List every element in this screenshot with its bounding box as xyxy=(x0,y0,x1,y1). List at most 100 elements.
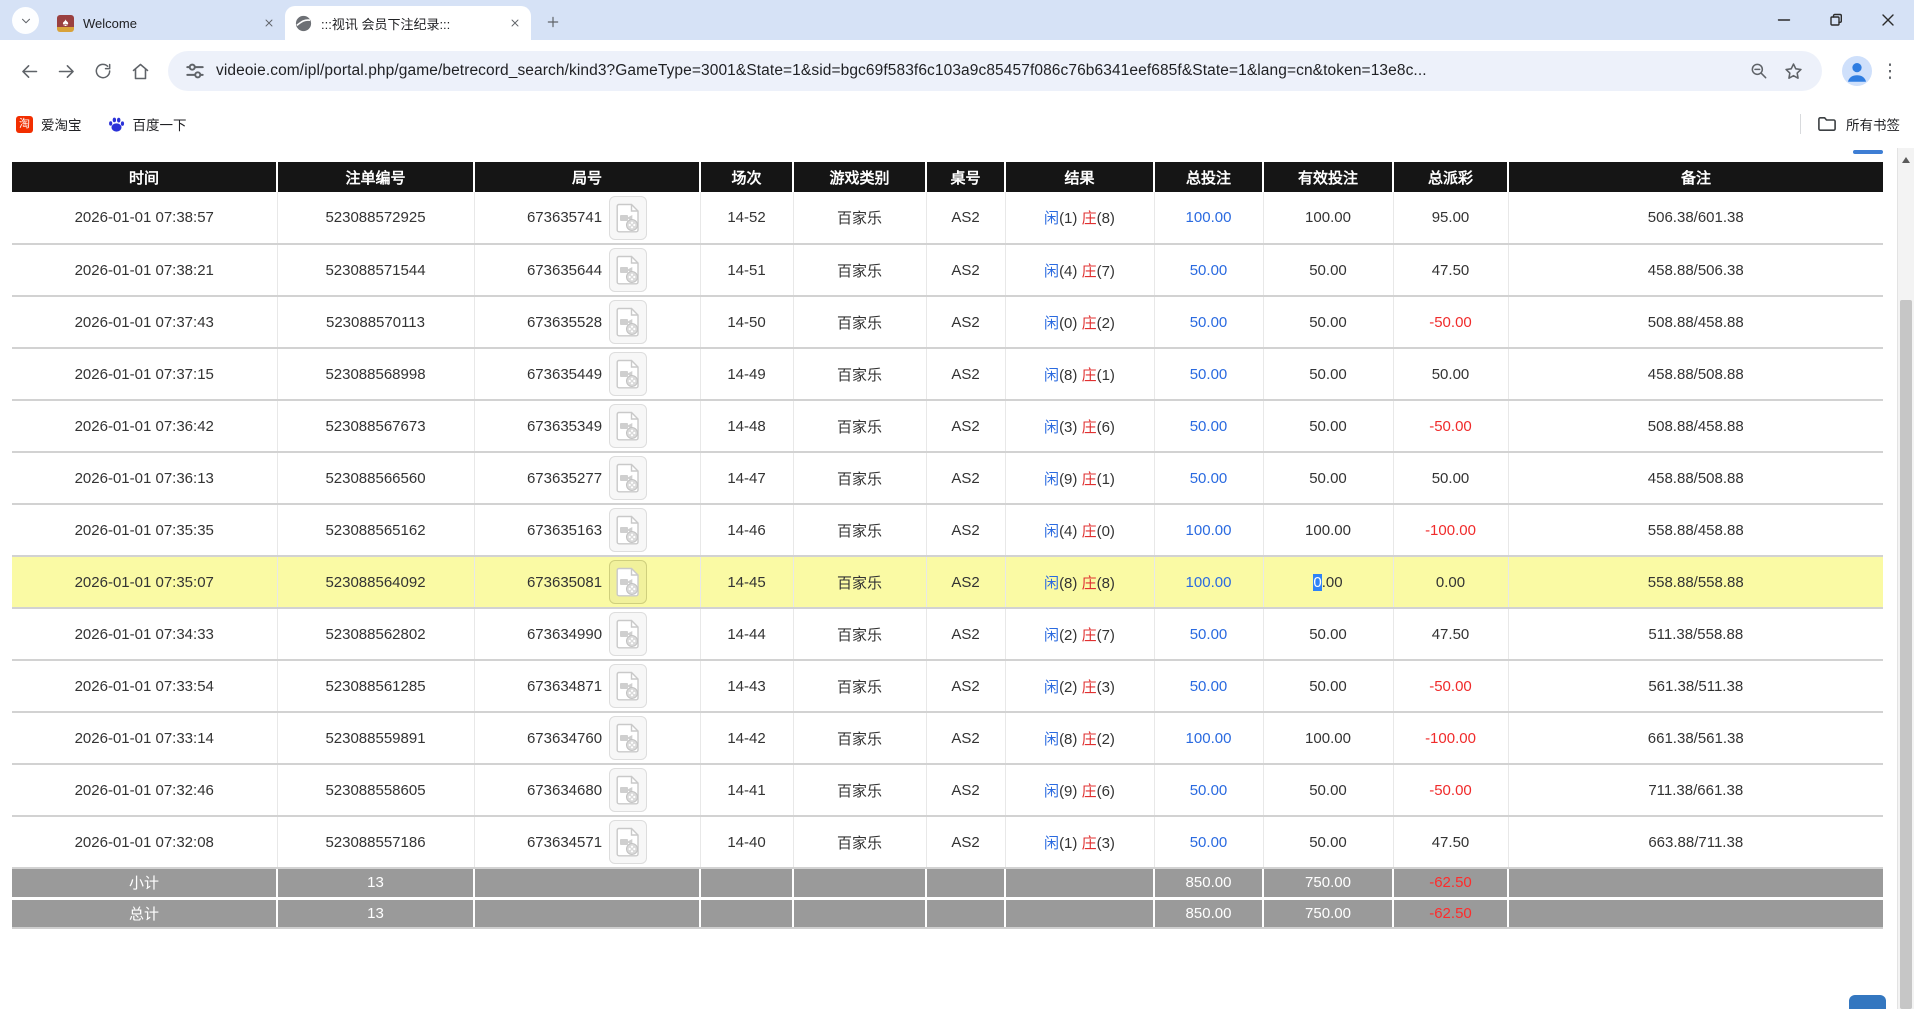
cell-result: 闲(9) 庄(1) xyxy=(1005,452,1154,504)
video-replay-button[interactable] xyxy=(609,352,647,396)
total-bet-link[interactable]: 100.00 xyxy=(1186,209,1232,226)
tab-close-icon[interactable] xyxy=(506,15,523,32)
bookmark-taobao[interactable]: 淘 爱淘宝 xyxy=(16,114,82,134)
total-bet-link[interactable]: 50.00 xyxy=(1190,626,1228,643)
table-row: 2026-01-01 07:33:54 523088561285 6736348… xyxy=(12,660,1883,712)
total-bet-link[interactable]: 100.00 xyxy=(1186,730,1232,747)
video-file-icon xyxy=(615,515,641,545)
cell-bet-no: 523088559891 xyxy=(277,712,474,764)
cell-game-type: 百家乐 xyxy=(793,608,926,660)
cell-valid-bet: 100.00 xyxy=(1263,712,1393,764)
zoom-out-icon[interactable] xyxy=(1742,54,1776,88)
restore-button[interactable] xyxy=(1810,0,1862,40)
cell-bet-no: 523088567673 xyxy=(277,400,474,452)
selected-text: 0 xyxy=(1313,574,1321,591)
tab-bet-records[interactable]: :::视讯 会员下注纪录::: xyxy=(285,6,531,40)
url-text: videoie.com/ipl/portal.php/game/betrecor… xyxy=(216,62,1742,80)
video-replay-button[interactable] xyxy=(609,664,647,708)
browser-toolbar: videoie.com/ipl/portal.php/game/betrecor… xyxy=(0,40,1914,102)
video-replay-button[interactable] xyxy=(609,716,647,760)
summary-valid-bet: 750.00 xyxy=(1263,898,1393,928)
tab-welcome[interactable]: ♠ Welcome xyxy=(47,6,285,40)
total-bet-link[interactable]: 50.00 xyxy=(1190,782,1228,799)
browser-menu-icon[interactable]: ⋮ xyxy=(1878,54,1902,88)
cell-table-no: AS2 xyxy=(926,296,1005,348)
back-icon[interactable] xyxy=(12,54,46,88)
cell-bet-no: 523088571544 xyxy=(277,244,474,296)
scrollbar-thumb[interactable] xyxy=(1900,300,1912,1009)
cell-session: 14-43 xyxy=(700,660,793,712)
bookmark-star-icon[interactable] xyxy=(1776,54,1810,88)
summary-label: 总计 xyxy=(12,898,277,928)
profile-avatar[interactable] xyxy=(1842,56,1872,86)
cell-remark: 661.38/561.38 xyxy=(1508,712,1883,764)
total-bet-link[interactable]: 50.00 xyxy=(1190,366,1228,383)
forward-icon[interactable] xyxy=(49,54,83,88)
video-replay-button[interactable] xyxy=(609,612,647,656)
summary-total-bet: 850.00 xyxy=(1154,868,1263,898)
home-icon[interactable] xyxy=(123,54,157,88)
total-bet-link[interactable]: 100.00 xyxy=(1186,574,1232,591)
cell-result: 闲(1) 庄(8) xyxy=(1005,192,1154,244)
total-bet-link[interactable]: 50.00 xyxy=(1190,470,1228,487)
video-replay-button[interactable] xyxy=(609,560,647,604)
cell-result: 闲(2) 庄(7) xyxy=(1005,608,1154,660)
video-replay-button[interactable] xyxy=(609,300,647,344)
cell-remark: 458.88/508.88 xyxy=(1508,452,1883,504)
video-replay-button[interactable] xyxy=(609,196,647,240)
cell-total-payout: 50.00 xyxy=(1393,452,1508,504)
close-window-button[interactable] xyxy=(1862,0,1914,40)
table-header-row: 时间注单编号局号场次游戏类别桌号结果总投注有效投注总派彩备注 xyxy=(12,162,1883,192)
globe-favicon xyxy=(295,15,312,32)
cell-session: 14-52 xyxy=(700,192,793,244)
cell-total-payout: -50.00 xyxy=(1393,660,1508,712)
site-settings-icon[interactable] xyxy=(184,60,206,82)
total-bet-link[interactable]: 50.00 xyxy=(1190,418,1228,435)
bookmark-baidu[interactable]: 百度一下 xyxy=(108,114,187,134)
table-row: 2026-01-01 07:36:13 523088566560 6736352… xyxy=(12,452,1883,504)
cell-table-no: AS2 xyxy=(926,764,1005,816)
total-bet-link[interactable]: 100.00 xyxy=(1186,522,1232,539)
new-tab-button[interactable] xyxy=(539,8,567,36)
cell-game-type: 百家乐 xyxy=(793,244,926,296)
table-row: 2026-01-01 07:36:42 523088567673 6736353… xyxy=(12,400,1883,452)
video-replay-button[interactable] xyxy=(609,820,647,864)
cell-result: 闲(8) 庄(2) xyxy=(1005,712,1154,764)
minimize-button[interactable] xyxy=(1758,0,1810,40)
cell-bet-no: 523088570113 xyxy=(277,296,474,348)
video-replay-button[interactable] xyxy=(609,508,647,552)
video-replay-button[interactable] xyxy=(609,248,647,292)
cell-total-payout: 47.50 xyxy=(1393,244,1508,296)
folder-icon xyxy=(1817,114,1837,134)
reload-icon[interactable] xyxy=(86,54,120,88)
video-replay-button[interactable] xyxy=(609,768,647,812)
column-header-table-no: 桌号 xyxy=(926,162,1005,192)
scrollbar-up-arrow-icon[interactable] xyxy=(1902,157,1910,163)
url-bar[interactable]: videoie.com/ipl/portal.php/game/betrecor… xyxy=(168,51,1822,91)
cell-table-no: AS2 xyxy=(926,400,1005,452)
column-header-total-payout: 总派彩 xyxy=(1393,162,1508,192)
cell-time: 2026-01-01 07:35:35 xyxy=(12,504,277,556)
total-bet-link[interactable]: 50.00 xyxy=(1190,678,1228,695)
cell-round-no: 673634760 xyxy=(474,712,700,764)
tab-close-icon[interactable] xyxy=(260,15,277,32)
tab-search-chevron-icon[interactable] xyxy=(12,7,39,34)
total-bet-link[interactable]: 50.00 xyxy=(1190,262,1228,279)
cell-remark: 561.38/511.38 xyxy=(1508,660,1883,712)
cell-valid-bet: 100.00 xyxy=(1263,504,1393,556)
page-scrollbar[interactable] xyxy=(1897,148,1914,1009)
all-bookmarks[interactable]: 所有书签 xyxy=(1800,114,1900,134)
video-replay-button[interactable] xyxy=(609,404,647,448)
video-replay-button[interactable] xyxy=(609,456,647,500)
cell-time: 2026-01-01 07:36:42 xyxy=(12,400,277,452)
cell-remark: 558.88/558.88 xyxy=(1508,556,1883,608)
video-file-icon xyxy=(615,359,641,389)
cell-table-no: AS2 xyxy=(926,244,1005,296)
total-bet-link[interactable]: 50.00 xyxy=(1190,314,1228,331)
table-row: 2026-01-01 07:35:35 523088565162 6736351… xyxy=(12,504,1883,556)
cell-session: 14-50 xyxy=(700,296,793,348)
cell-valid-bet: 100.00 xyxy=(1263,192,1393,244)
back-to-top-button[interactable] xyxy=(1849,995,1886,1009)
cell-bet-no: 523088568998 xyxy=(277,348,474,400)
total-bet-link[interactable]: 50.00 xyxy=(1190,834,1228,851)
